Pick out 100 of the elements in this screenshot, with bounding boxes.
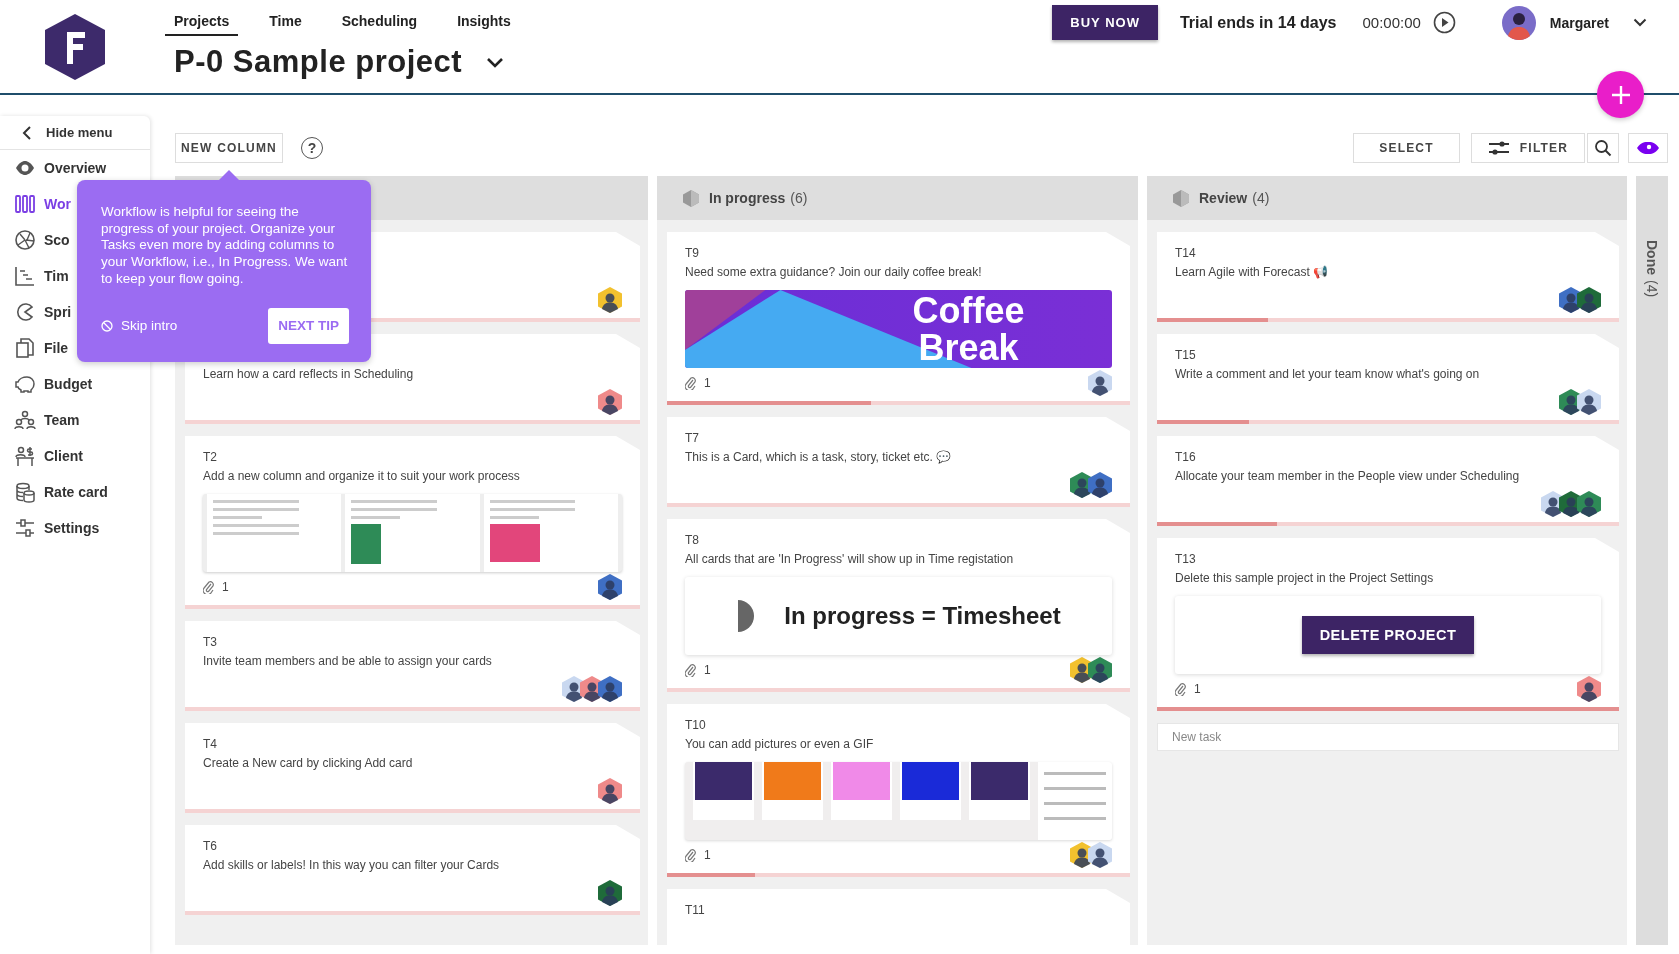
column-title: Done	[1644, 240, 1660, 275]
paperclip-icon	[685, 376, 696, 390]
visibility-button[interactable]	[1628, 133, 1668, 163]
task-card[interactable]: T11	[667, 889, 1130, 945]
files-icon	[14, 337, 36, 359]
task-card[interactable]: T13 Delete this sample project in the Project Settings DELETE PROJECT 1	[1157, 538, 1619, 711]
task-card[interactable]: T8 All cards that are 'In Progress' will show up in Time registation In progress = Timesheet 1	[667, 519, 1130, 692]
filter-button[interactable]: FILTER	[1471, 133, 1585, 163]
sidebar-item[interactable]: Team	[0, 402, 150, 438]
task-id: T9	[685, 246, 700, 260]
timesheet-banner: In progress = Timesheet	[685, 577, 1112, 655]
task-card[interactable]: T16 Allocate your team member in the People view under Scheduling	[1157, 436, 1619, 526]
chevron-down-icon[interactable]	[1633, 18, 1647, 27]
next-tip-button[interactable]: NEXT TIP	[268, 307, 349, 344]
project-title: P-0 Sample project	[174, 44, 463, 80]
task-id: T3	[203, 635, 218, 649]
sidebar-item[interactable]: Settings	[0, 510, 150, 546]
task-title: Need some extra guidance? Join our daily coffee break!	[685, 265, 983, 280]
task-title: Write a comment and let your team know what's going on	[1175, 367, 1481, 382]
sliders-icon	[14, 517, 36, 539]
chart-icon	[14, 265, 36, 287]
column-icon	[1173, 189, 1189, 207]
select-button[interactable]: SELECT	[1353, 133, 1460, 163]
task-id: T16	[1175, 450, 1197, 464]
nav-tab[interactable]: Scheduling	[332, 13, 427, 36]
attachment-count: 1	[704, 376, 711, 390]
plus-icon	[1609, 83, 1632, 106]
task-card[interactable]: T7 This is a Card, which is a task, story, ticket etc. 💬	[667, 417, 1130, 507]
task-id: T13	[1175, 552, 1197, 566]
play-icon[interactable]	[1432, 11, 1456, 34]
task-card[interactable]: T9 Need some extra guidance? Join our daily coffee break! Coffee Break 1	[667, 232, 1130, 405]
attachment-count: 1	[222, 580, 229, 594]
new-column-button[interactable]: NEW COLUMN	[175, 133, 283, 163]
sidebar-item[interactable]: Rate card	[0, 474, 150, 510]
search-button[interactable]	[1587, 133, 1619, 163]
new-task-field[interactable]: New task	[1157, 723, 1619, 751]
nav-tab[interactable]: Insights	[448, 13, 520, 36]
task-card[interactable]: T14 Learn Agile with Forecast 📢	[1157, 232, 1619, 322]
task-card[interactable]: T3 Invite team members and be able to assign your cards	[185, 621, 640, 711]
search-icon	[1594, 139, 1612, 157]
task-id: T14	[1175, 246, 1197, 260]
task-title: You can add pictures or even a GIF	[685, 737, 875, 752]
task-card[interactable]: T4 Create a New card by clicking Add card	[185, 723, 640, 813]
chevron-left-icon	[22, 125, 32, 140]
logo-icon[interactable]	[45, 14, 105, 80]
sliders-icon	[1487, 140, 1510, 156]
delete-project-banner: DELETE PROJECT	[1175, 596, 1601, 674]
team-icon	[14, 409, 36, 431]
task-card[interactable]: T6 Add skills or labels! In this way you can filter your Cards	[185, 825, 640, 915]
column-count: (4)	[1252, 190, 1270, 206]
nav-tab[interactable]: Time	[260, 13, 311, 36]
task-title: Allocate your team member in the People view under Scheduling	[1175, 469, 1521, 484]
paperclip-icon	[685, 663, 696, 677]
paperclip-icon	[203, 580, 214, 594]
hide-menu-button[interactable]: Hide menu	[0, 116, 150, 150]
task-title: Add skills or labels! In this way you can filter your Cards	[203, 858, 501, 873]
column-icon	[683, 189, 699, 207]
task-card[interactable]: T10 You can add pictures or even a GIF 1	[667, 704, 1130, 877]
task-id: T2	[203, 450, 218, 464]
collapsed-column[interactable]: Done (4)	[1636, 176, 1668, 945]
chevron-down-icon[interactable]	[486, 56, 505, 68]
column-title: Review	[1199, 190, 1248, 206]
task-id: T15	[1175, 348, 1197, 362]
paperclip-icon	[685, 848, 696, 862]
add-button[interactable]	[1597, 71, 1644, 118]
piggy-bank-icon	[14, 373, 36, 395]
coffee-break-banner: Coffee Break	[685, 290, 1112, 368]
task-id: T11	[685, 903, 706, 917]
timer-text: 00:00:00	[1362, 14, 1421, 31]
task-id: T4	[203, 737, 218, 751]
sidebar-item[interactable]: Overview	[0, 150, 150, 186]
task-title: All cards that are 'In Progress' will show up in Time registation	[685, 552, 1015, 567]
task-title: Create a New card by clicking Add card	[203, 756, 414, 771]
task-title: Learn Agile with Forecast 📢	[1175, 265, 1330, 280]
coins-icon	[14, 481, 36, 503]
task-id: T10	[685, 718, 707, 732]
trial-notice: Trial ends in 14 days	[1179, 13, 1337, 32]
aperture-icon	[14, 229, 36, 251]
user-avatar[interactable]	[1501, 5, 1536, 40]
attachment-count: 1	[1194, 682, 1201, 696]
sidebar-item[interactable]: Client	[0, 438, 150, 474]
column-count: (6)	[790, 190, 808, 206]
paperclip-icon	[1175, 682, 1186, 696]
task-id: T8	[685, 533, 700, 547]
attachment-count: 1	[704, 663, 711, 677]
column-title: In progress	[709, 190, 786, 206]
task-card[interactable]: T15 Write a comment and let your team know what's going on	[1157, 334, 1619, 424]
task-title: Learn how a card reflects in Scheduling	[203, 367, 415, 382]
skip-intro-link[interactable]: Skip intro	[101, 318, 178, 333]
sidebar-item[interactable]: Budget	[0, 366, 150, 402]
task-title: This is a Card, which is a task, story, ticket etc. 💬	[685, 450, 953, 465]
blocked-icon	[101, 319, 113, 332]
buy-now-button[interactable]: BUY NOW	[1052, 5, 1158, 40]
nav-tab[interactable]: Projects	[165, 13, 239, 36]
task-card[interactable]: T2 Add a new column and organize it to suit your work process 1	[185, 436, 640, 609]
task-id: T6	[203, 839, 218, 853]
attachment-count: 1	[704, 848, 711, 862]
client-icon	[14, 445, 36, 467]
user-name[interactable]: Margaret	[1549, 14, 1609, 31]
eye-icon	[1636, 141, 1660, 155]
